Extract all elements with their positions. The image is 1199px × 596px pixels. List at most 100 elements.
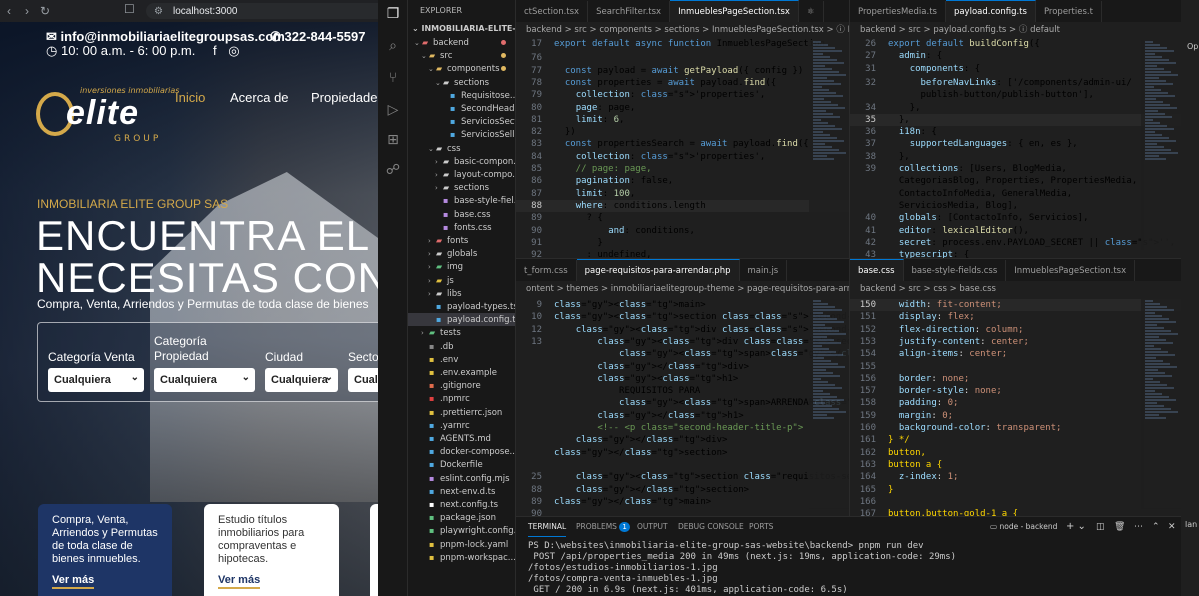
tree-file-39[interactable]: ▪ pnpm-workspac... [408, 551, 515, 564]
code-line[interactable]: 163 button a { [850, 459, 1181, 471]
tree-file-12[interactable]: ▪ base-style-fiel... [408, 194, 515, 207]
sticky-scroll-line[interactable]: 31 components: { [850, 62, 1181, 75]
code-line[interactable]: 43 typescript: { [850, 249, 1181, 258]
code-line[interactable]: 86 pagination: false, [516, 175, 849, 187]
remote-icon[interactable]: ☍ [378, 162, 408, 178]
code-line[interactable]: 80 page: page, [516, 102, 849, 114]
editor-tab[interactable]: SearchFilter.tsx [588, 1, 671, 22]
select-sector[interactable]: Cualquiera [348, 368, 378, 392]
close-panel-icon[interactable]: ✕ [1168, 517, 1176, 537]
more-actions-icon[interactable]: ⋯ [1134, 517, 1143, 537]
code-line[interactable]: publish-button/publish-button'], [850, 89, 1181, 101]
site-info-icon[interactable]: ⚙ [154, 6, 163, 17]
tab-terminal[interactable]: TERMINAL [528, 517, 567, 537]
maximize-panel-icon[interactable]: ⌃ [1152, 517, 1160, 537]
code-line[interactable]: 88 where: conditions.length [516, 199, 849, 213]
tree-file-24[interactable]: ▪ .env [408, 353, 515, 366]
code-line[interactable] [516, 459, 849, 471]
tab-ports[interactable]: PORTS [749, 517, 773, 537]
code-line[interactable]: 76 [516, 52, 849, 64]
new-terminal-icon[interactable]: + ⌄ [1066, 517, 1086, 537]
tree-file-21[interactable]: ▪ payload.config.ts [408, 313, 515, 327]
tree-folder-2[interactable]: ⌄ ▰ components [408, 62, 515, 75]
tree-file-6[interactable]: ▪ ServiciosSect... [408, 115, 515, 128]
tree-file-7[interactable]: ▪ ServiciosSelli... [408, 128, 515, 141]
nav-propiedades[interactable]: Propiedades [311, 90, 378, 105]
tree-file-29[interactable]: ▪ .yarnrc [408, 419, 515, 432]
tree-folder-1[interactable]: ⌄ ▰ src [408, 49, 515, 62]
editor-tab[interactable]: ctSection.tsx [516, 1, 589, 22]
code-line[interactable]: class="gy"><class="tg">h1> [516, 373, 849, 385]
tree-folder-15[interactable]: › ▰ fonts [408, 234, 515, 247]
tree-file-23[interactable]: ▪ .db [408, 340, 515, 353]
code-line[interactable]: 13 class="gy"><class="tg">div class=clas… [516, 336, 849, 348]
code-line[interactable]: 162 button, [850, 447, 1181, 459]
editor-tab[interactable]: PropertiesMedia.ts [850, 1, 946, 22]
service-card-compra-venta[interactable]: Compra, Venta, Arriendos y Permutas de t… [38, 504, 172, 596]
editor-tab[interactable]: t_form.css [516, 260, 577, 281]
code-line[interactable]: REQUISITOS PARA [516, 385, 849, 397]
select-categoria-venta[interactable]: Cualquiera ⌄ [48, 368, 144, 392]
code-line[interactable]: 156 border: none; [850, 373, 1181, 385]
nav-inicio[interactable]: Inicio [175, 90, 205, 105]
sticky-scroll-line[interactable]: 17 export default async function Inmueble… [516, 38, 849, 51]
code-line[interactable]: 84 collection: class="s">'properties', [516, 151, 849, 163]
code-line[interactable]: 160 background-color: transparent; [850, 422, 1181, 434]
select-categoria-propiedad[interactable]: Cualquiera ⌄ [154, 368, 255, 392]
code-line[interactable]: 153 justify-content: center; [850, 336, 1181, 348]
editor-tab[interactable]: base-style-fields.css [904, 260, 1007, 281]
code-line[interactable]: <!-- <p class="second-header-title-p"> [516, 422, 849, 434]
code-line[interactable]: 32 beforeNavLinks: ['/components/admin-u… [850, 77, 1181, 89]
minimap[interactable] [809, 40, 849, 250]
editor-tab[interactable]: page-requisitos-para-arrendar.php [576, 259, 740, 281]
select-ciudad[interactable]: Cualquiera ⌄ [265, 368, 338, 392]
tree-folder-3[interactable]: ⌄ ▰ sections [408, 76, 515, 89]
tab-debug-console[interactable]: DEBUG CONSOLE [678, 517, 744, 537]
editor-tab[interactable]: InmueblesPageSection.tsx [1006, 260, 1136, 281]
tree-folder-19[interactable]: › ▰ libs [408, 287, 515, 300]
tree-file-28[interactable]: ▪ .prettierrc.json [408, 406, 515, 419]
code-line[interactable]: 12 class="gy"><class="tg">div class=clas… [516, 324, 849, 336]
search-icon[interactable]: ⌕ [378, 38, 408, 54]
code-line[interactable]: 36 i18n: { [850, 126, 1181, 138]
tree-file-27[interactable]: ▪ .npmrc [408, 392, 515, 405]
editor-tab[interactable]: Properties.t [1036, 1, 1102, 22]
minimap[interactable] [1141, 299, 1181, 509]
code-line[interactable]: 89 class="gy"></class="tg">main> [516, 496, 849, 508]
source-control-icon[interactable]: ⑂ [378, 70, 408, 86]
back-icon[interactable]: ‹ [0, 4, 18, 18]
tree-folder-9[interactable]: › ▰ basic-compon... [408, 155, 515, 168]
forward-icon[interactable]: › [18, 4, 36, 18]
tree-file-31[interactable]: ▪ docker-compose.... [408, 445, 515, 458]
code-line[interactable]: 39 collections: [Users, BlogMedia, [850, 163, 1181, 175]
code-line[interactable]: 34 }, [850, 102, 1181, 114]
code-line[interactable]: class="gy"></class="tg">div> [516, 361, 849, 373]
code-line[interactable]: 92 : undefined, [516, 249, 849, 258]
code-line[interactable]: 157 border-style: none; [850, 385, 1181, 397]
editor-tab[interactable]: base.css [850, 259, 904, 281]
code-line[interactable]: 87 limit: 100, [516, 188, 849, 200]
code-line[interactable]: 81 limit: 6, [516, 114, 849, 126]
code-line[interactable]: ServiciosMedia, Blog], [850, 200, 1181, 212]
tree-file-34[interactable]: ▪ next-env.d.ts [408, 485, 515, 498]
sticky-scroll-line[interactable]: 26 export default buildConfig({ [850, 38, 1181, 51]
code-line[interactable]: 37 supportedLanguages: { en, es }, [850, 138, 1181, 150]
service-card-partial[interactable] [370, 504, 378, 596]
code-line[interactable]: class="gy"></class="tg">section> [516, 447, 849, 459]
tree-file-5[interactable]: ▪ SecondHead... [408, 102, 515, 115]
code-line[interactable]: 41 editor: lexicalEditor(), [850, 225, 1181, 237]
code-line[interactable]: 164 z-index: 1; [850, 471, 1181, 483]
tree-folder-16[interactable]: › ▰ globals [408, 247, 515, 260]
code-line[interactable]: 90 [516, 508, 849, 516]
explorer-icon[interactable]: ❐ [378, 6, 408, 22]
site-logo[interactable]: inversiones inmobiliarias elite GROUP [36, 70, 179, 150]
ver-mas-link[interactable]: Ver más [218, 574, 261, 589]
editor-payload-config[interactable]: PropertiesMedia.ts payload.config.ts Prope… [850, 0, 1181, 258]
code-line[interactable]: 82 }) [516, 126, 849, 138]
code-line[interactable]: 25 class="gy"><class="tg">section class=… [516, 471, 849, 483]
tree-folder-22[interactable]: › ▰ tests [408, 326, 515, 339]
bookmark-icon[interactable]: ☐ [124, 2, 135, 16]
tree-file-38[interactable]: ▪ pnpm-lock.yaml [408, 538, 515, 551]
code-line[interactable]: 40 globals: [ContactoInfo, Servicios], [850, 212, 1181, 224]
code-line[interactable]: class="gy"><class="tg">span>ARRENDARclas… [516, 397, 849, 409]
